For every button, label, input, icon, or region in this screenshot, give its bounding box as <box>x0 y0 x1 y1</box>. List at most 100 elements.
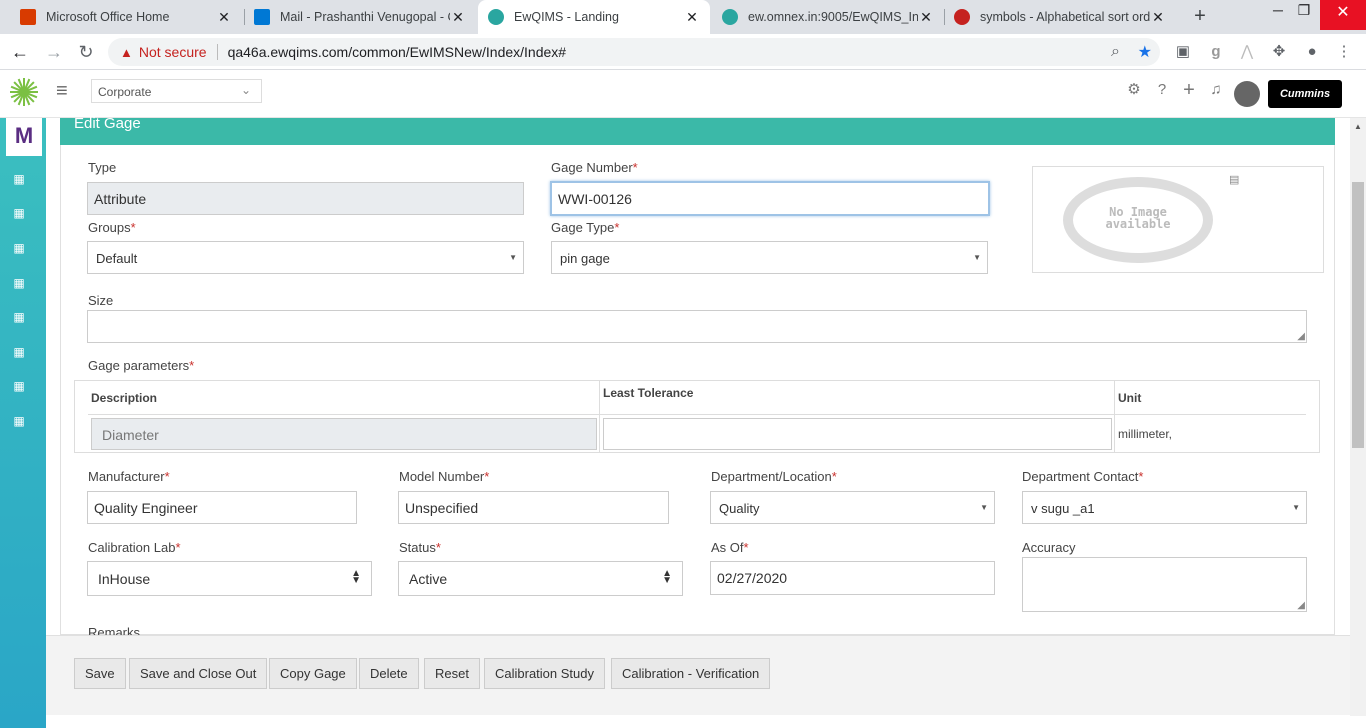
app-logo-icon[interactable] <box>9 77 39 107</box>
tab-omnex[interactable]: ew.omnex.in:9005/EwQIMS_Inst ✕ <box>712 0 944 34</box>
param-unit: millimeter, <box>1118 427 1173 441</box>
hamburger-menu-icon[interactable]: ≡ <box>56 80 68 103</box>
warning-icon[interactable]: ▲ <box>120 45 133 60</box>
gage-image[interactable]: No Image available ▤ <box>1032 166 1324 273</box>
site-select[interactable]: Corporate ⌄ <box>91 79 262 103</box>
close-icon[interactable]: ✕ <box>216 9 232 26</box>
reload-icon[interactable]: ↻ <box>74 40 98 64</box>
save-and-close-button[interactable]: Save and Close Out <box>129 658 268 689</box>
tab-mail[interactable]: Mail - Prashanthi Venugopal - C ✕ <box>244 0 476 34</box>
calibration-study-button[interactable]: Calibration Study <box>484 658 605 689</box>
tab-office-home[interactable]: Microsoft Office Home ✕ <box>10 0 242 34</box>
gear-icon[interactable]: ⚙ <box>1124 80 1144 100</box>
calibration-verification-button[interactable]: Calibration - Verification <box>611 658 771 689</box>
department-contact-value: v sugu _a1 <box>1031 501 1095 516</box>
selenium-extension-icon[interactable]: ▣ <box>1173 42 1193 62</box>
close-icon[interactable]: ✕ <box>1150 9 1166 26</box>
restore-icon[interactable]: ❐ <box>1294 2 1314 19</box>
gage-type-select[interactable]: pin gage ▼ <box>551 241 988 274</box>
building-icon[interactable]: ▦ <box>12 276 26 290</box>
profile-icon[interactable]: ● <box>1302 42 1322 62</box>
status-select[interactable]: Active ▲ ▼ <box>398 561 683 596</box>
back-icon[interactable]: ← <box>8 40 32 64</box>
building-icon[interactable]: ▦ <box>12 241 26 255</box>
as-of-label: As Of* <box>711 540 749 555</box>
size-textarea[interactable]: ◢ <box>87 310 1307 343</box>
required-mark: * <box>632 160 638 175</box>
department-contact-select[interactable]: v sugu _a1 ▼ <box>1022 491 1307 524</box>
caret-down-icon: ▼ <box>509 253 517 262</box>
gage-number-input[interactable]: WWI-00126 <box>550 181 990 216</box>
delete-button[interactable]: Delete <box>359 658 419 689</box>
minimize-icon[interactable]: ─ <box>1268 2 1288 18</box>
security-label[interactable]: Not secure <box>139 44 207 60</box>
scroll-thumb[interactable] <box>1352 182 1364 448</box>
url-text[interactable]: qa46a.ewqims.com/common/EwIMSNew/Index/I… <box>228 44 566 60</box>
chevron-down-icon: ⌄ <box>240 83 251 97</box>
required-mark: * <box>175 540 181 555</box>
accuracy-textarea[interactable]: ◢ <box>1022 557 1307 612</box>
building-icon[interactable]: ▦ <box>12 345 26 359</box>
required-mark: * <box>484 469 490 484</box>
resize-handle-icon[interactable]: ◢ <box>1297 332 1305 342</box>
bell-icon[interactable]: ♫ <box>1206 80 1226 100</box>
groups-select[interactable]: Default ▼ <box>87 241 524 274</box>
acrobat-icon[interactable]: ⋀ <box>1237 42 1257 62</box>
app-header: ≡ Corporate ⌄ ⚙ ? + ♫ Cummins <box>0 70 1366 118</box>
reset-button[interactable]: Reset <box>424 658 480 689</box>
resize-handle-icon[interactable]: ◢ <box>1297 601 1305 611</box>
model-number-input[interactable]: Unspecified <box>398 491 669 524</box>
grammarly-icon[interactable]: g <box>1206 42 1226 62</box>
department-location-select[interactable]: Quality ▼ <box>710 491 995 524</box>
required-mark: * <box>164 469 170 484</box>
gage-type-label-text: Gage Type <box>551 220 615 235</box>
model-number-label-text: Model Number <box>399 469 485 484</box>
tab-title: Microsoft Office Home <box>46 10 170 24</box>
copy-gage-button[interactable]: Copy Gage <box>269 658 357 689</box>
add-icon[interactable]: + <box>1179 80 1199 100</box>
building-icon[interactable]: ▦ <box>12 172 26 186</box>
forward-icon[interactable]: → <box>42 40 66 64</box>
new-tab-icon[interactable]: + <box>1190 5 1210 28</box>
image-edit-icon[interactable]: ▤ <box>1229 173 1239 186</box>
building-icon[interactable]: ▦ <box>12 310 26 324</box>
tab-ewqims-landing[interactable]: EwQIMS - Landing ✕ <box>478 0 710 34</box>
caret-down-icon: ▼ <box>980 503 988 512</box>
avatar[interactable] <box>1234 81 1260 107</box>
module-logo-icon[interactable]: M <box>6 118 42 156</box>
menu-kebab-icon[interactable]: ⋮ <box>1334 42 1354 62</box>
required-mark: * <box>1138 469 1144 484</box>
manufacturer-input[interactable]: Quality Engineer <box>87 491 357 524</box>
extensions-puzzle-icon[interactable]: ✥ <box>1269 42 1289 62</box>
as-of-date-input[interactable]: 02/27/2020 <box>710 561 995 595</box>
browser-toolbar: ← → ↻ ▲ Not secure qa46a.ewqims.com/comm… <box>0 34 1366 70</box>
scroll-up-icon[interactable]: ▲ <box>1352 122 1364 131</box>
groups-label-text: Groups <box>88 220 131 235</box>
gage-type-label: Gage Type* <box>551 220 619 235</box>
accuracy-label: Accuracy <box>1022 540 1076 555</box>
building-icon[interactable]: ▦ <box>12 379 26 393</box>
window-close-icon[interactable]: ✕ <box>1320 0 1366 30</box>
omnex-icon <box>722 9 738 25</box>
updown-arrows-icon: ▲ ▼ <box>351 568 361 586</box>
param-least-tolerance-input[interactable] <box>603 418 1112 450</box>
zoom-icon[interactable]: ⌕ <box>1111 43 1120 61</box>
bookmark-star-icon[interactable]: ★ <box>1138 42 1152 62</box>
save-button[interactable]: Save <box>74 658 126 689</box>
help-icon[interactable]: ? <box>1152 80 1172 100</box>
close-icon[interactable]: ✕ <box>450 9 466 26</box>
no-image-placeholder: No Image available <box>1063 177 1213 263</box>
close-icon[interactable]: ✕ <box>684 9 700 26</box>
department-contact-label-text: Department Contact <box>1022 469 1139 484</box>
address-bar[interactable]: ▲ Not secure qa46a.ewqims.com/common/EwI… <box>108 38 1160 66</box>
building-icon[interactable]: ▦ <box>12 414 26 428</box>
calibration-lab-select[interactable]: InHouse ▲ ▼ <box>87 561 372 596</box>
caret-down-icon: ▼ <box>1292 503 1300 512</box>
close-icon[interactable]: ✕ <box>918 9 934 26</box>
left-sidebar: M ▦ ▦ ▦ ▦ ▦ ▦ ▦ ▦ <box>0 118 46 728</box>
gage-number-label-text: Gage Number <box>551 160 633 175</box>
required-mark: * <box>614 220 620 235</box>
gage-number-label: Gage Number* <box>551 160 638 175</box>
building-icon[interactable]: ▦ <box>12 206 26 220</box>
tab-symbols[interactable]: symbols - Alphabetical sort ord ✕ <box>944 0 1176 34</box>
